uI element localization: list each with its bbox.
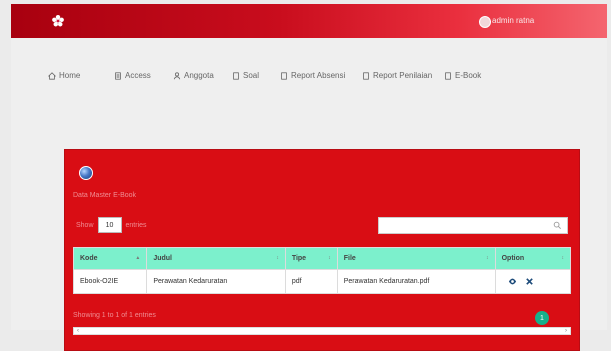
header-file-label: File [343, 255, 356, 262]
ebook-panel: Data Master E-Book Show 10 entries Kode … [64, 149, 580, 351]
column-header-file[interactable]: File ↕ [336, 247, 496, 270]
page-button-1[interactable]: 1 [535, 311, 549, 325]
globe-icon [79, 166, 93, 180]
view-icon[interactable] [508, 277, 517, 286]
content-area: Home Access Anggota Soal Report Absensi … [11, 38, 607, 351]
nav-item-anggota[interactable]: Anggota [173, 71, 214, 80]
nav-item-soal[interactable]: Soal [232, 71, 259, 80]
nav-item-home[interactable]: Home [48, 71, 80, 80]
book-icon [445, 71, 451, 80]
scroll-right-arrow-icon[interactable]: › [562, 328, 570, 334]
length-prefix: Show [76, 221, 94, 229]
nav-item-ebook[interactable]: E-Book [444, 71, 481, 80]
top-navigation-bar: admin ratna [11, 4, 607, 38]
cell-judul: Perawatan Kedaruratan [146, 269, 286, 294]
sort-icon[interactable]: ↕ [276, 255, 279, 261]
nav-label-access: Access [125, 71, 151, 80]
ebook-table: Kode ▲ Judul ↕ Tipe ↕ File ↕ Option ↕ Eb… [72, 247, 572, 294]
scroll-left-arrow-icon[interactable]: ‹ [74, 328, 82, 334]
header-option-label: Option [501, 255, 525, 262]
sort-icon[interactable]: ↕ [486, 255, 489, 261]
nav-item-access[interactable]: Access [114, 71, 151, 80]
sort-ascending-icon[interactable]: ▲ [135, 255, 140, 261]
entries-select[interactable]: 10 [97, 217, 122, 233]
nav-label-anggota: Anggota [184, 71, 214, 80]
column-header-judul[interactable]: Judul ↕ [146, 247, 286, 270]
search-input[interactable] [378, 217, 568, 234]
delete-icon[interactable] [525, 277, 534, 286]
cell-options [494, 269, 572, 294]
cell-file: Perawatan Kedaruratan.pdf [336, 269, 496, 294]
flower-logo-icon[interactable] [51, 14, 65, 28]
column-header-tipe[interactable]: Tipe ↕ [284, 247, 338, 270]
home-icon [48, 71, 56, 80]
user-avatar-icon[interactable] [479, 16, 491, 28]
search-icon [553, 221, 561, 229]
horizontal-scrollbar[interactable]: ‹ › [73, 327, 571, 335]
access-icon [115, 71, 121, 80]
cell-kode: Ebook-O2IE [72, 269, 148, 294]
header-kode-label: Kode [80, 255, 98, 262]
column-header-kode[interactable]: Kode ▲ [72, 247, 148, 270]
length-suffix: entries [125, 221, 147, 229]
nav-label-report-penilaian: Report Penilaian [373, 71, 433, 80]
panel-title: Data Master E-Book [73, 192, 137, 199]
table-row: Ebook-O2IE Perawatan Kedaruratan pdf Per… [72, 269, 572, 294]
table-header-row: Kode ▲ Judul ↕ Tipe ↕ File ↕ Option ↕ [72, 247, 572, 270]
header-tipe-label: Tipe [291, 255, 307, 262]
header-judul-label: Judul [153, 255, 172, 262]
nav-item-report-absensi[interactable]: Report Absensi [280, 71, 345, 80]
nav-label-home: Home [59, 71, 81, 80]
doc-icon [233, 71, 239, 80]
entries-length-control: Show 10 entries [76, 217, 147, 233]
sort-icon[interactable]: ↕ [328, 255, 331, 261]
nav-label-ebook: E-Book [455, 71, 482, 80]
column-header-option[interactable]: Option ↕ [494, 247, 572, 270]
sort-icon[interactable]: ↕ [562, 255, 565, 261]
nav-label-report-absensi: Report Absensi [291, 71, 346, 80]
doc-icon [363, 71, 369, 80]
doc-icon [281, 71, 287, 80]
ebook-table-container: Kode ▲ Judul ↕ Tipe ↕ File ↕ Option ↕ Eb… [72, 247, 572, 294]
nav-label-soal: Soal [243, 71, 260, 80]
cell-tipe: pdf [284, 269, 338, 294]
user-icon [173, 71, 181, 79]
user-name[interactable]: admin ratna [492, 16, 534, 25]
nav-item-report-penilaian[interactable]: Report Penilaian [362, 71, 432, 80]
table-info: Showing 1 to 1 of 1 entries [73, 312, 156, 319]
main-menu: Home Access Anggota Soal Report Absensi … [11, 38, 607, 108]
